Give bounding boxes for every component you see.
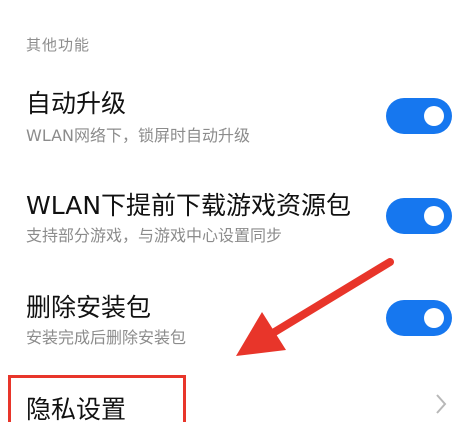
toggle-knob	[424, 106, 444, 126]
toggle-knob	[424, 206, 444, 226]
setting-title-auto-upgrade: 自动升级	[26, 89, 127, 118]
delete-package-toggle[interactable]	[386, 300, 452, 336]
setting-subtitle-auto-upgrade: WLAN网络下，锁屏时自动升级	[26, 126, 251, 145]
chevron-right-icon	[436, 394, 447, 414]
setting-title-delete-package: 删除安装包	[26, 293, 152, 322]
setting-subtitle-predownload: 支持部分游戏，与游戏中心设置同步	[26, 226, 283, 245]
predownload-toggle[interactable]	[386, 198, 452, 234]
auto-upgrade-toggle[interactable]	[386, 98, 452, 134]
setting-subtitle-delete-package: 安装完成后删除安装包	[26, 328, 187, 347]
toggle-knob	[424, 308, 444, 328]
section-label-other-functions: 其他功能	[26, 36, 91, 54]
setting-title-predownload: WLAN下提前下载游戏资源包	[26, 191, 352, 220]
annotation-highlight-box	[8, 375, 186, 422]
